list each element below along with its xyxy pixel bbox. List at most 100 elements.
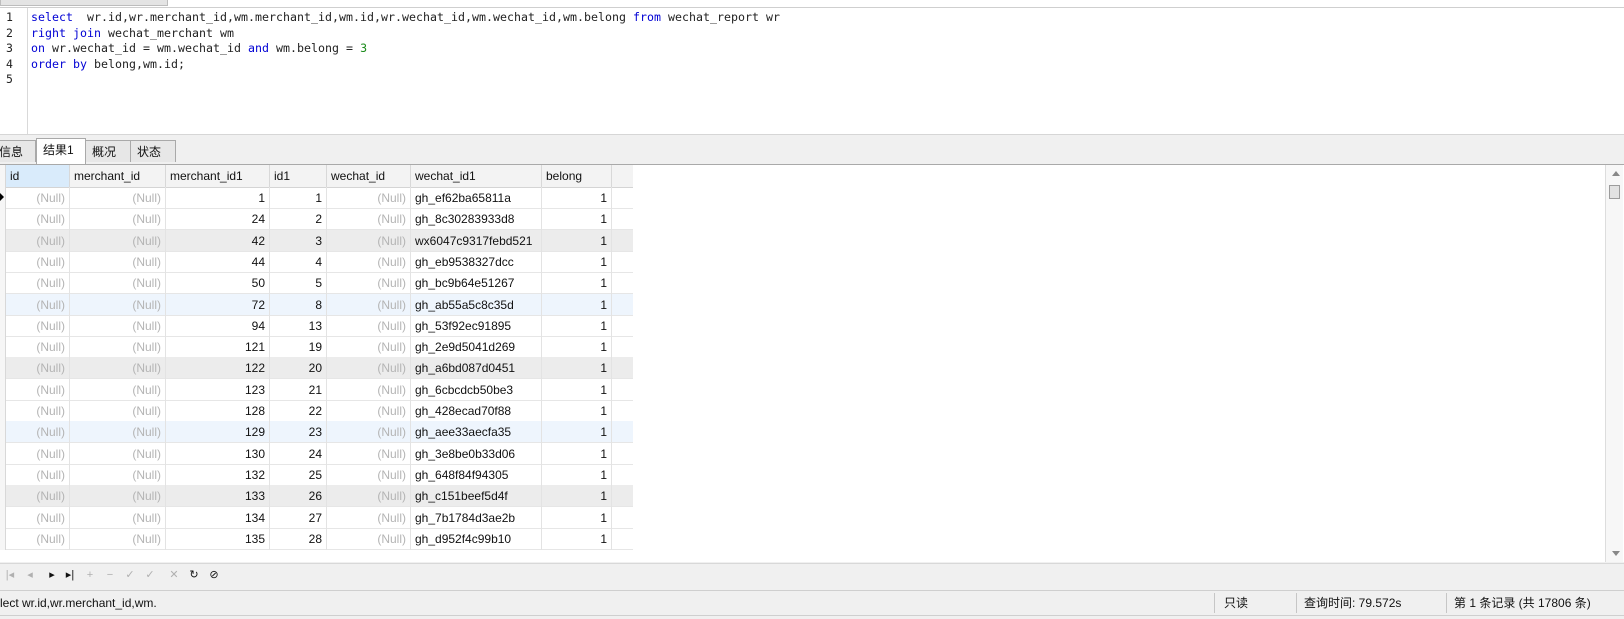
table-cell[interactable]: (Null) bbox=[70, 336, 166, 359]
table-cell[interactable]: (Null) bbox=[6, 272, 70, 295]
scroll-up-icon[interactable] bbox=[1612, 171, 1620, 176]
table-cell[interactable]: gh_d952f4c99b10 bbox=[411, 527, 542, 550]
table-cell[interactable]: (Null) bbox=[327, 442, 411, 465]
column-header[interactable]: wechat_id1 bbox=[411, 165, 542, 187]
table-cell[interactable]: (Null) bbox=[327, 421, 411, 444]
table-cell[interactable]: 1 bbox=[542, 250, 612, 273]
table-cell[interactable]: 27 bbox=[270, 506, 327, 529]
table-cell[interactable]: (Null) bbox=[327, 250, 411, 273]
table-row[interactable]: (Null) (Null) 24 2 (Null) gh_8c30283933d8 1 bbox=[0, 208, 633, 231]
table-cell[interactable]: (Null) bbox=[6, 293, 70, 316]
table-cell[interactable]: (Null) bbox=[6, 336, 70, 359]
table-cell[interactable]: 2 bbox=[270, 208, 327, 231]
result-tab[interactable]: 状态 bbox=[130, 140, 176, 162]
table-cell[interactable]: 1 bbox=[542, 506, 612, 529]
table-cell[interactable]: (Null) bbox=[70, 229, 166, 252]
scroll-down-icon[interactable] bbox=[1612, 551, 1620, 556]
table-cell[interactable]: 1 bbox=[270, 187, 327, 209]
table-cell[interactable]: (Null) bbox=[6, 506, 70, 529]
table-cell[interactable]: 3 bbox=[270, 229, 327, 252]
table-row[interactable]: (Null) (Null) 94 13 (Null) gh_53f92ec91895 1 bbox=[0, 314, 633, 337]
table-cell[interactable]: 44 bbox=[166, 250, 270, 273]
table-cell[interactable]: (Null) bbox=[327, 400, 411, 422]
table-cell[interactable]: 1 bbox=[542, 485, 612, 508]
scroll-thumb[interactable] bbox=[1609, 185, 1620, 199]
table-cell[interactable]: gh_ab55a5c8c35d bbox=[411, 293, 542, 316]
column-header[interactable]: id1 bbox=[270, 165, 327, 187]
table-row[interactable]: (Null) (Null) 134 27 (Null) gh_7b1784d3ae2b 1 bbox=[0, 506, 633, 529]
cancel-icon[interactable]: ✕ bbox=[166, 567, 182, 583]
table-row[interactable]: (Null) (Null) 72 8 (Null) gh_ab55a5c8c35d 1 bbox=[0, 293, 633, 316]
apply-icon[interactable]: ✓ bbox=[122, 567, 138, 583]
table-cell[interactable]: gh_c151beef5d4f bbox=[411, 485, 542, 508]
table-cell[interactable]: gh_648f84f94305 bbox=[411, 463, 542, 486]
sql-editor[interactable]: 1 select wr.id,wr.merchant_id,wm.merchant… bbox=[0, 8, 1624, 135]
table-cell[interactable]: 1 bbox=[542, 336, 612, 359]
table-cell[interactable]: 1 bbox=[542, 293, 612, 316]
table-cell[interactable]: (Null) bbox=[327, 527, 411, 550]
column-header[interactable]: merchant_id1 bbox=[166, 165, 270, 187]
table-cell[interactable]: 122 bbox=[166, 357, 270, 380]
table-row[interactable]: (Null) (Null) 130 24 (Null) gh_3e8be0b33d06 1 bbox=[0, 442, 633, 465]
first-record-icon[interactable]: |◂ bbox=[2, 567, 18, 583]
table-cell[interactable]: (Null) bbox=[70, 293, 166, 316]
table-cell[interactable]: gh_8c30283933d8 bbox=[411, 208, 542, 231]
table-cell[interactable]: 1 bbox=[542, 400, 612, 422]
table-cell[interactable]: 50 bbox=[166, 272, 270, 295]
table-cell[interactable]: (Null) bbox=[327, 357, 411, 380]
table-cell[interactable]: 5 bbox=[270, 272, 327, 295]
table-cell[interactable]: 1 bbox=[166, 187, 270, 209]
table-cell[interactable]: (Null) bbox=[6, 229, 70, 252]
table-cell[interactable]: 26 bbox=[270, 485, 327, 508]
table-cell[interactable]: (Null) bbox=[6, 442, 70, 465]
table-cell[interactable]: 42 bbox=[166, 229, 270, 252]
table-cell[interactable]: gh_aee33aecfa35 bbox=[411, 421, 542, 444]
table-cell[interactable]: 25 bbox=[270, 463, 327, 486]
table-cell[interactable]: 8 bbox=[270, 293, 327, 316]
vertical-scrollbar[interactable] bbox=[1605, 165, 1623, 562]
table-row[interactable]: (Null) (Null) 128 22 (Null) gh_428ecad70f88 1 bbox=[0, 400, 633, 422]
table-cell[interactable]: wx6047c9317febd521 bbox=[411, 229, 542, 252]
table-cell[interactable]: 133 bbox=[166, 485, 270, 508]
table-cell[interactable]: (Null) bbox=[327, 208, 411, 231]
table-cell[interactable]: (Null) bbox=[327, 485, 411, 508]
table-cell[interactable]: (Null) bbox=[327, 378, 411, 401]
table-row[interactable]: (Null) (Null) 121 19 (Null) gh_2e9d5041d269 1 bbox=[0, 336, 633, 359]
table-cell[interactable]: (Null) bbox=[327, 506, 411, 529]
column-header[interactable]: merchant_id bbox=[70, 165, 166, 187]
table-cell[interactable]: 1 bbox=[542, 527, 612, 550]
delete-record-icon[interactable]: − bbox=[102, 567, 118, 583]
table-cell[interactable]: (Null) bbox=[70, 442, 166, 465]
table-cell[interactable]: 1 bbox=[542, 378, 612, 401]
table-cell[interactable]: (Null) bbox=[327, 336, 411, 359]
table-cell[interactable]: 135 bbox=[166, 527, 270, 550]
table-cell[interactable]: 4 bbox=[270, 250, 327, 273]
prev-record-icon[interactable]: ◂ bbox=[22, 567, 38, 583]
table-cell[interactable]: (Null) bbox=[70, 400, 166, 422]
result-grid[interactable]: id merchant_id merchant_id1 id1 wechat_id wec… bbox=[0, 165, 1624, 562]
table-row[interactable]: (Null) (Null) 135 28 (Null) gh_d952f4c99b10 1 bbox=[0, 527, 633, 550]
table-cell[interactable]: (Null) bbox=[70, 250, 166, 273]
result-tab[interactable]: 信息 bbox=[0, 140, 36, 162]
table-cell[interactable]: (Null) bbox=[6, 378, 70, 401]
table-cell[interactable]: 1 bbox=[542, 229, 612, 252]
table-cell[interactable]: (Null) bbox=[327, 314, 411, 337]
table-cell[interactable]: gh_eb9538327dcc bbox=[411, 250, 542, 273]
table-cell[interactable]: (Null) bbox=[327, 187, 411, 209]
table-cell[interactable]: (Null) bbox=[6, 187, 70, 209]
table-cell[interactable]: (Null) bbox=[327, 272, 411, 295]
table-cell[interactable]: 23 bbox=[270, 421, 327, 444]
table-cell[interactable]: 121 bbox=[166, 336, 270, 359]
table-cell[interactable]: (Null) bbox=[327, 229, 411, 252]
table-row[interactable]: (Null) (Null) 123 21 (Null) gh_6cbcdcb50be3 1 bbox=[0, 378, 633, 401]
table-cell[interactable]: 72 bbox=[166, 293, 270, 316]
table-cell[interactable]: (Null) bbox=[70, 378, 166, 401]
next-record-icon[interactable]: ▸ bbox=[44, 567, 60, 583]
last-record-icon[interactable]: ▸| bbox=[62, 567, 78, 583]
table-cell[interactable]: gh_bc9b64e51267 bbox=[411, 272, 542, 295]
table-cell[interactable]: 94 bbox=[166, 314, 270, 337]
table-cell[interactable]: 1 bbox=[542, 357, 612, 380]
table-cell[interactable]: (Null) bbox=[327, 463, 411, 486]
table-cell[interactable]: (Null) bbox=[6, 250, 70, 273]
table-cell[interactable]: 1 bbox=[542, 208, 612, 231]
